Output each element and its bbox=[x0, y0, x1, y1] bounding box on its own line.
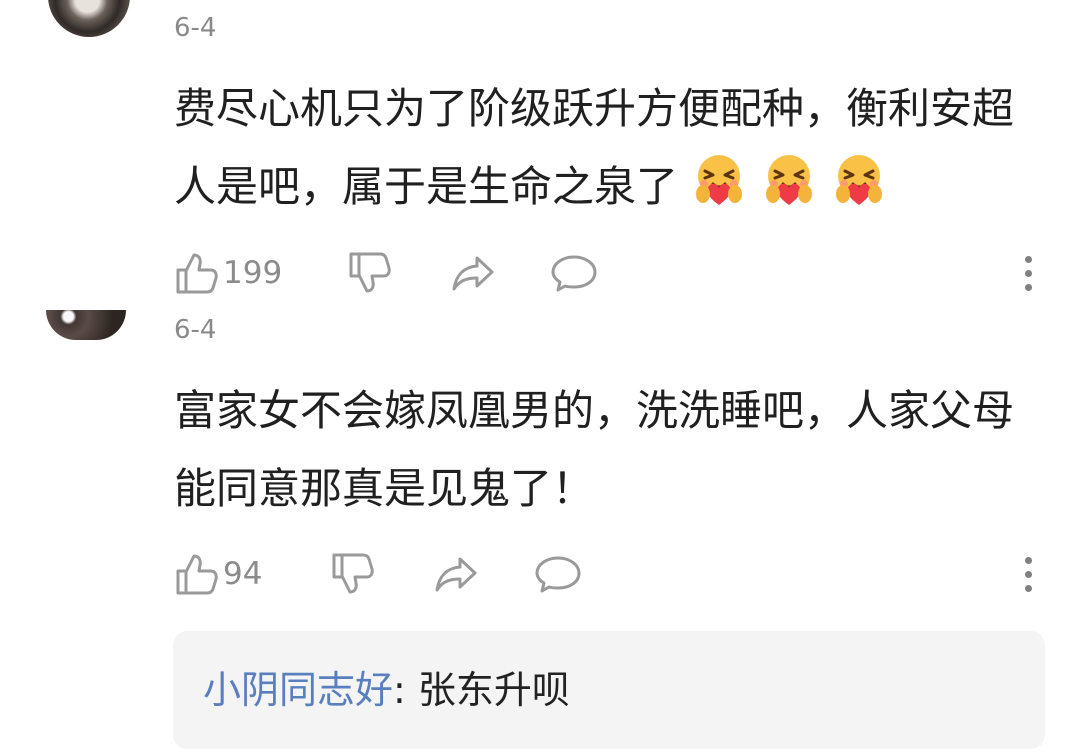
thumbs-up-icon bbox=[172, 250, 218, 296]
comment-actions: 94 bbox=[172, 548, 1042, 600]
more-options-button[interactable] bbox=[1014, 548, 1042, 600]
like-button[interactable]: 199 bbox=[172, 247, 282, 299]
reply-separator: : bbox=[393, 668, 406, 712]
thumbs-up-icon bbox=[172, 551, 218, 597]
speech-bubble-icon bbox=[534, 551, 582, 597]
share-arrow-icon bbox=[449, 250, 497, 296]
like-count: 94 bbox=[223, 556, 263, 592]
thumbs-down-icon bbox=[345, 250, 391, 296]
more-options-button[interactable] bbox=[1014, 247, 1042, 299]
like-count: 199 bbox=[223, 255, 283, 291]
comment-date: 6-4 bbox=[174, 13, 217, 43]
dislike-button[interactable] bbox=[345, 247, 391, 299]
more-vertical-icon bbox=[1024, 269, 1032, 277]
comment-actions: 199 bbox=[172, 247, 1042, 299]
share-button[interactable] bbox=[432, 548, 480, 600]
hug-heart-emoji bbox=[830, 151, 888, 209]
user-avatar[interactable] bbox=[48, 0, 130, 37]
user-avatar[interactable] bbox=[46, 310, 126, 340]
hug-heart-emoji bbox=[760, 151, 818, 209]
more-vertical-icon bbox=[1024, 570, 1032, 578]
reply-button[interactable] bbox=[534, 548, 582, 600]
dislike-button[interactable] bbox=[328, 548, 374, 600]
more-vertical-icon bbox=[1024, 255, 1032, 263]
reply-line: 小阴同志好: 张东升呗 bbox=[203, 664, 570, 716]
reply-button[interactable] bbox=[550, 247, 598, 299]
more-vertical-icon bbox=[1024, 556, 1032, 564]
reply-author-link[interactable]: 小阴同志好 bbox=[203, 668, 393, 712]
thumbs-down-icon bbox=[328, 551, 374, 597]
more-vertical-icon bbox=[1024, 584, 1032, 592]
hug-heart-emoji bbox=[690, 151, 748, 209]
speech-bubble-icon bbox=[550, 250, 598, 296]
share-arrow-icon bbox=[432, 551, 480, 597]
comment-text: 富家女不会嫁凤凰男的，洗洗睡吧，人家父母能同意那真是见鬼了！ bbox=[174, 386, 1015, 513]
like-button[interactable]: 94 bbox=[172, 548, 262, 600]
more-vertical-icon bbox=[1024, 283, 1032, 291]
reply-text: 张东升呗 bbox=[405, 668, 570, 712]
reply-preview[interactable]: 小阴同志好: 张东升呗 bbox=[173, 631, 1045, 749]
comment-text: 费尽心机只为了阶级跃升方便配种，衡利安超人是吧，属于是生命之泉了 bbox=[174, 70, 1044, 226]
comment-date: 6-4 bbox=[174, 315, 217, 345]
share-button[interactable] bbox=[449, 247, 497, 299]
